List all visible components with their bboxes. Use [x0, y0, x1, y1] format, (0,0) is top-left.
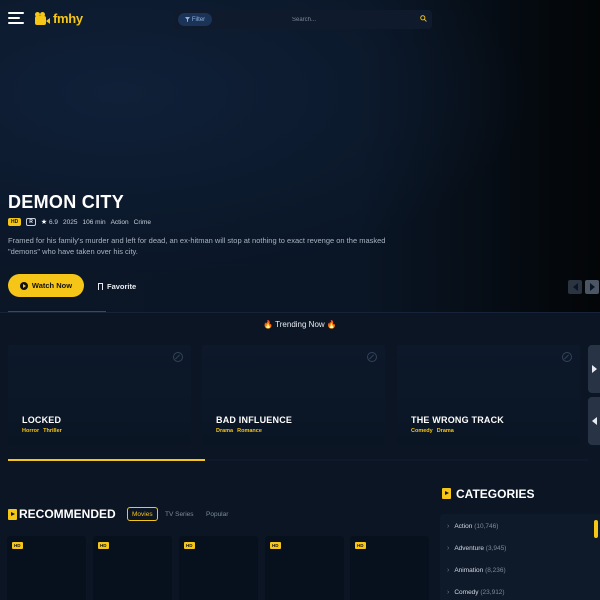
category-item[interactable]: › Animation (8,236): [447, 565, 506, 575]
chevron-right-icon: [589, 283, 595, 291]
trending-progress-fill: [8, 459, 205, 461]
duration: 106 min: [82, 218, 106, 226]
category-count: (23,912): [480, 588, 505, 596]
chevron-right-icon: ›: [447, 522, 450, 530]
hero-progress-bar: [8, 311, 106, 312]
chevron-right-icon: ›: [447, 588, 450, 596]
genre-tag[interactable]: Comedy: [411, 428, 433, 434]
watch-now-label: Watch Now: [31, 281, 73, 290]
logo-text: fmhy: [53, 10, 83, 26]
trending-prev-button[interactable]: [588, 397, 600, 445]
trending-card-genres: Comedy Drama: [411, 428, 454, 434]
trending-card[interactable]: BAD INFLUENCE Drama Romance: [202, 345, 385, 445]
hero-prev-button[interactable]: [568, 280, 582, 294]
movie-card[interactable]: HD: [179, 536, 258, 600]
star-icon: ★: [40, 219, 48, 226]
movie-card[interactable]: HD: [93, 536, 172, 600]
categories-title: CATEGORIES: [456, 487, 535, 501]
category-item[interactable]: › Adventure (3,945): [447, 543, 506, 553]
logo[interactable]: fmhy: [35, 9, 83, 27]
genre-tag[interactable]: Crime: [134, 219, 151, 226]
trending-title: 🔥 Trending Now 🔥: [263, 320, 337, 329]
filter-button[interactable]: Filter: [178, 13, 212, 26]
chevron-right-icon: [591, 365, 597, 373]
rating-badge: R: [26, 218, 36, 226]
category-name: Action: [454, 522, 473, 530]
search-icon[interactable]: [420, 15, 427, 22]
genre-tag[interactable]: Drama: [216, 428, 233, 434]
hero-banner: [0, 0, 600, 312]
hd-badge: HD: [270, 542, 281, 549]
play-icon: [19, 281, 28, 290]
watch-now-button[interactable]: Watch Now: [8, 274, 84, 297]
play-square-icon: [442, 488, 451, 499]
score: ★ 6.9: [40, 219, 58, 226]
bookmark-icon: [98, 282, 103, 290]
trending-card-genres: Horror Thriller: [22, 428, 62, 434]
category-name: Adventure: [454, 544, 484, 552]
hero-next-button[interactable]: [585, 280, 599, 294]
favorite-label: Favorite: [107, 281, 137, 291]
hd-badge: HD: [355, 542, 366, 549]
hero-description: Framed for his family's murder and left …: [8, 236, 386, 256]
chevron-right-icon: ›: [447, 544, 450, 552]
trending-card[interactable]: LOCKED Horror Thriller: [8, 345, 191, 445]
category-name: Animation: [454, 566, 484, 574]
genre-tag[interactable]: Action: [111, 219, 129, 226]
hero-meta: HD R ★ 6.9 2025 106 min Action Crime: [8, 217, 151, 227]
category-item[interactable]: › Comedy (23,912): [447, 587, 505, 597]
trending-card-title: THE WRONG TRACK: [411, 415, 504, 425]
tab-movies[interactable]: Movies: [127, 507, 158, 521]
camera-icon: [35, 11, 50, 25]
chevron-left-icon: [572, 283, 578, 291]
chevron-left-icon: [591, 417, 597, 425]
filter-icon: [184, 17, 190, 22]
genre-tag[interactable]: Romance: [237, 428, 262, 434]
play-ring-icon[interactable]: [562, 352, 572, 362]
tab-popular[interactable]: Popular: [202, 507, 232, 521]
tab-tv-series[interactable]: TV Series: [161, 507, 198, 521]
genre-tag[interactable]: Thriller: [43, 428, 62, 434]
trending-card-title: BAD INFLUENCE: [216, 415, 293, 425]
play-ring-icon[interactable]: [173, 352, 183, 362]
trending-card-genres: Drama Romance: [216, 428, 262, 434]
category-item[interactable]: › Action (10,746): [447, 521, 498, 531]
favorite-button[interactable]: Favorite: [98, 281, 136, 291]
genre-tag[interactable]: Horror: [22, 428, 39, 434]
hero-divider: [0, 312, 600, 313]
year: 2025: [63, 218, 78, 226]
hd-badge: HD: [12, 542, 23, 549]
hero-title: DEMON CITY: [8, 192, 125, 212]
recommended-title: RECOMMENDED: [19, 507, 116, 521]
trending-card-title: LOCKED: [22, 415, 62, 425]
category-count: (10,746): [474, 522, 499, 530]
chevron-right-icon: ›: [447, 566, 450, 574]
hd-badge: HD: [8, 218, 22, 226]
search-input[interactable]: [292, 13, 412, 26]
header: fmhy Filter: [0, 0, 600, 38]
play-ring-icon[interactable]: [367, 352, 377, 362]
category-name: Comedy: [454, 588, 479, 596]
hd-badge: HD: [184, 542, 195, 549]
trending-next-button[interactable]: [588, 345, 600, 393]
movie-card[interactable]: HD: [7, 536, 86, 600]
category-count: (8,236): [485, 566, 506, 574]
trending-card[interactable]: THE WRONG TRACK Comedy Drama: [397, 345, 580, 445]
movie-card[interactable]: HD: [350, 536, 429, 600]
hd-badge: HD: [98, 542, 109, 549]
menu-icon[interactable]: [8, 12, 24, 25]
genre-tag[interactable]: Drama: [437, 428, 454, 434]
filter-label: Filter: [191, 16, 206, 23]
categories-scrollbar[interactable]: [594, 520, 598, 538]
category-count: (3,945): [485, 544, 507, 552]
play-square-icon: [8, 509, 17, 520]
movie-card[interactable]: HD: [265, 536, 344, 600]
